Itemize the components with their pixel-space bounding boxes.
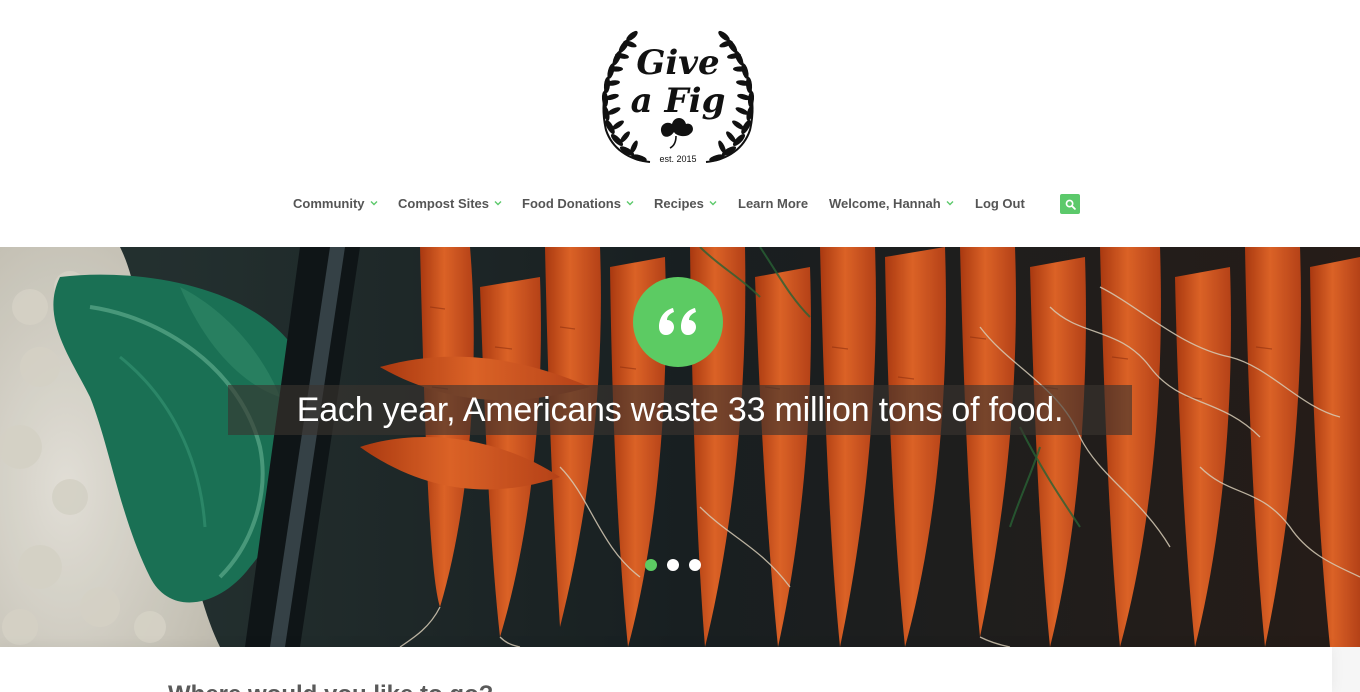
nav-item-log-out[interactable]: Log Out bbox=[975, 195, 1025, 211]
hero-slider: Each year, Americans waste 33 million to… bbox=[0, 247, 1360, 647]
nav-item-label: Recipes bbox=[654, 195, 704, 211]
slider-dot-1[interactable] bbox=[645, 559, 657, 571]
logo-text-give: Give bbox=[636, 43, 719, 83]
nav-item-label: Food Donations bbox=[522, 195, 621, 211]
nav-item-welcome-user[interactable]: Welcome, Hannah bbox=[829, 195, 954, 211]
nav-item-label: Compost Sites bbox=[398, 195, 490, 211]
search-button[interactable] bbox=[1060, 194, 1080, 214]
slider-dot-3[interactable] bbox=[689, 559, 701, 571]
chevron-down-icon bbox=[626, 199, 634, 207]
section-heading: Where would you like to go? bbox=[168, 681, 493, 692]
slider-dot-2[interactable] bbox=[667, 559, 679, 571]
site-logo[interactable]: Give a Fig est. 2015 bbox=[592, 26, 764, 168]
nav-item-label: Log Out bbox=[975, 195, 1025, 211]
logo-est-text: est. 2015 bbox=[659, 154, 696, 164]
give-a-fig-logo-icon: Give a Fig est. 2015 bbox=[601, 30, 755, 164]
nav-item-food-donations[interactable]: Food Donations bbox=[522, 195, 634, 211]
nav-item-community[interactable]: Community bbox=[293, 195, 378, 211]
site-header: Give a Fig est. 2015 Community Compost S… bbox=[0, 0, 1360, 247]
destination-card: Where would you like to go? bbox=[0, 647, 1332, 692]
nav-item-label: Welcome, Hannah bbox=[829, 195, 941, 211]
quote-badge bbox=[633, 277, 723, 367]
chevron-down-icon bbox=[370, 199, 378, 207]
nav-item-recipes[interactable]: Recipes bbox=[654, 195, 717, 211]
chevron-down-icon bbox=[946, 199, 954, 207]
chevron-down-icon bbox=[494, 199, 502, 207]
main-nav: Community Compost Sites Food Donations R… bbox=[0, 186, 1360, 220]
destination-section: Where would you like to go? bbox=[0, 647, 1360, 692]
quote-icon bbox=[659, 308, 696, 335]
chevron-down-icon bbox=[709, 199, 717, 207]
logo-text-a-fig: a Fig bbox=[631, 81, 726, 121]
nav-item-learn-more[interactable]: Learn More bbox=[738, 195, 808, 211]
nav-item-label: Community bbox=[293, 195, 365, 211]
search-icon bbox=[1065, 199, 1076, 210]
slider-pagination bbox=[645, 559, 701, 573]
nav-item-compost-sites[interactable]: Compost Sites bbox=[398, 195, 502, 211]
nav-item-label: Learn More bbox=[738, 195, 809, 211]
hero-quote: Each year, Americans waste 33 million to… bbox=[296, 391, 1064, 429]
